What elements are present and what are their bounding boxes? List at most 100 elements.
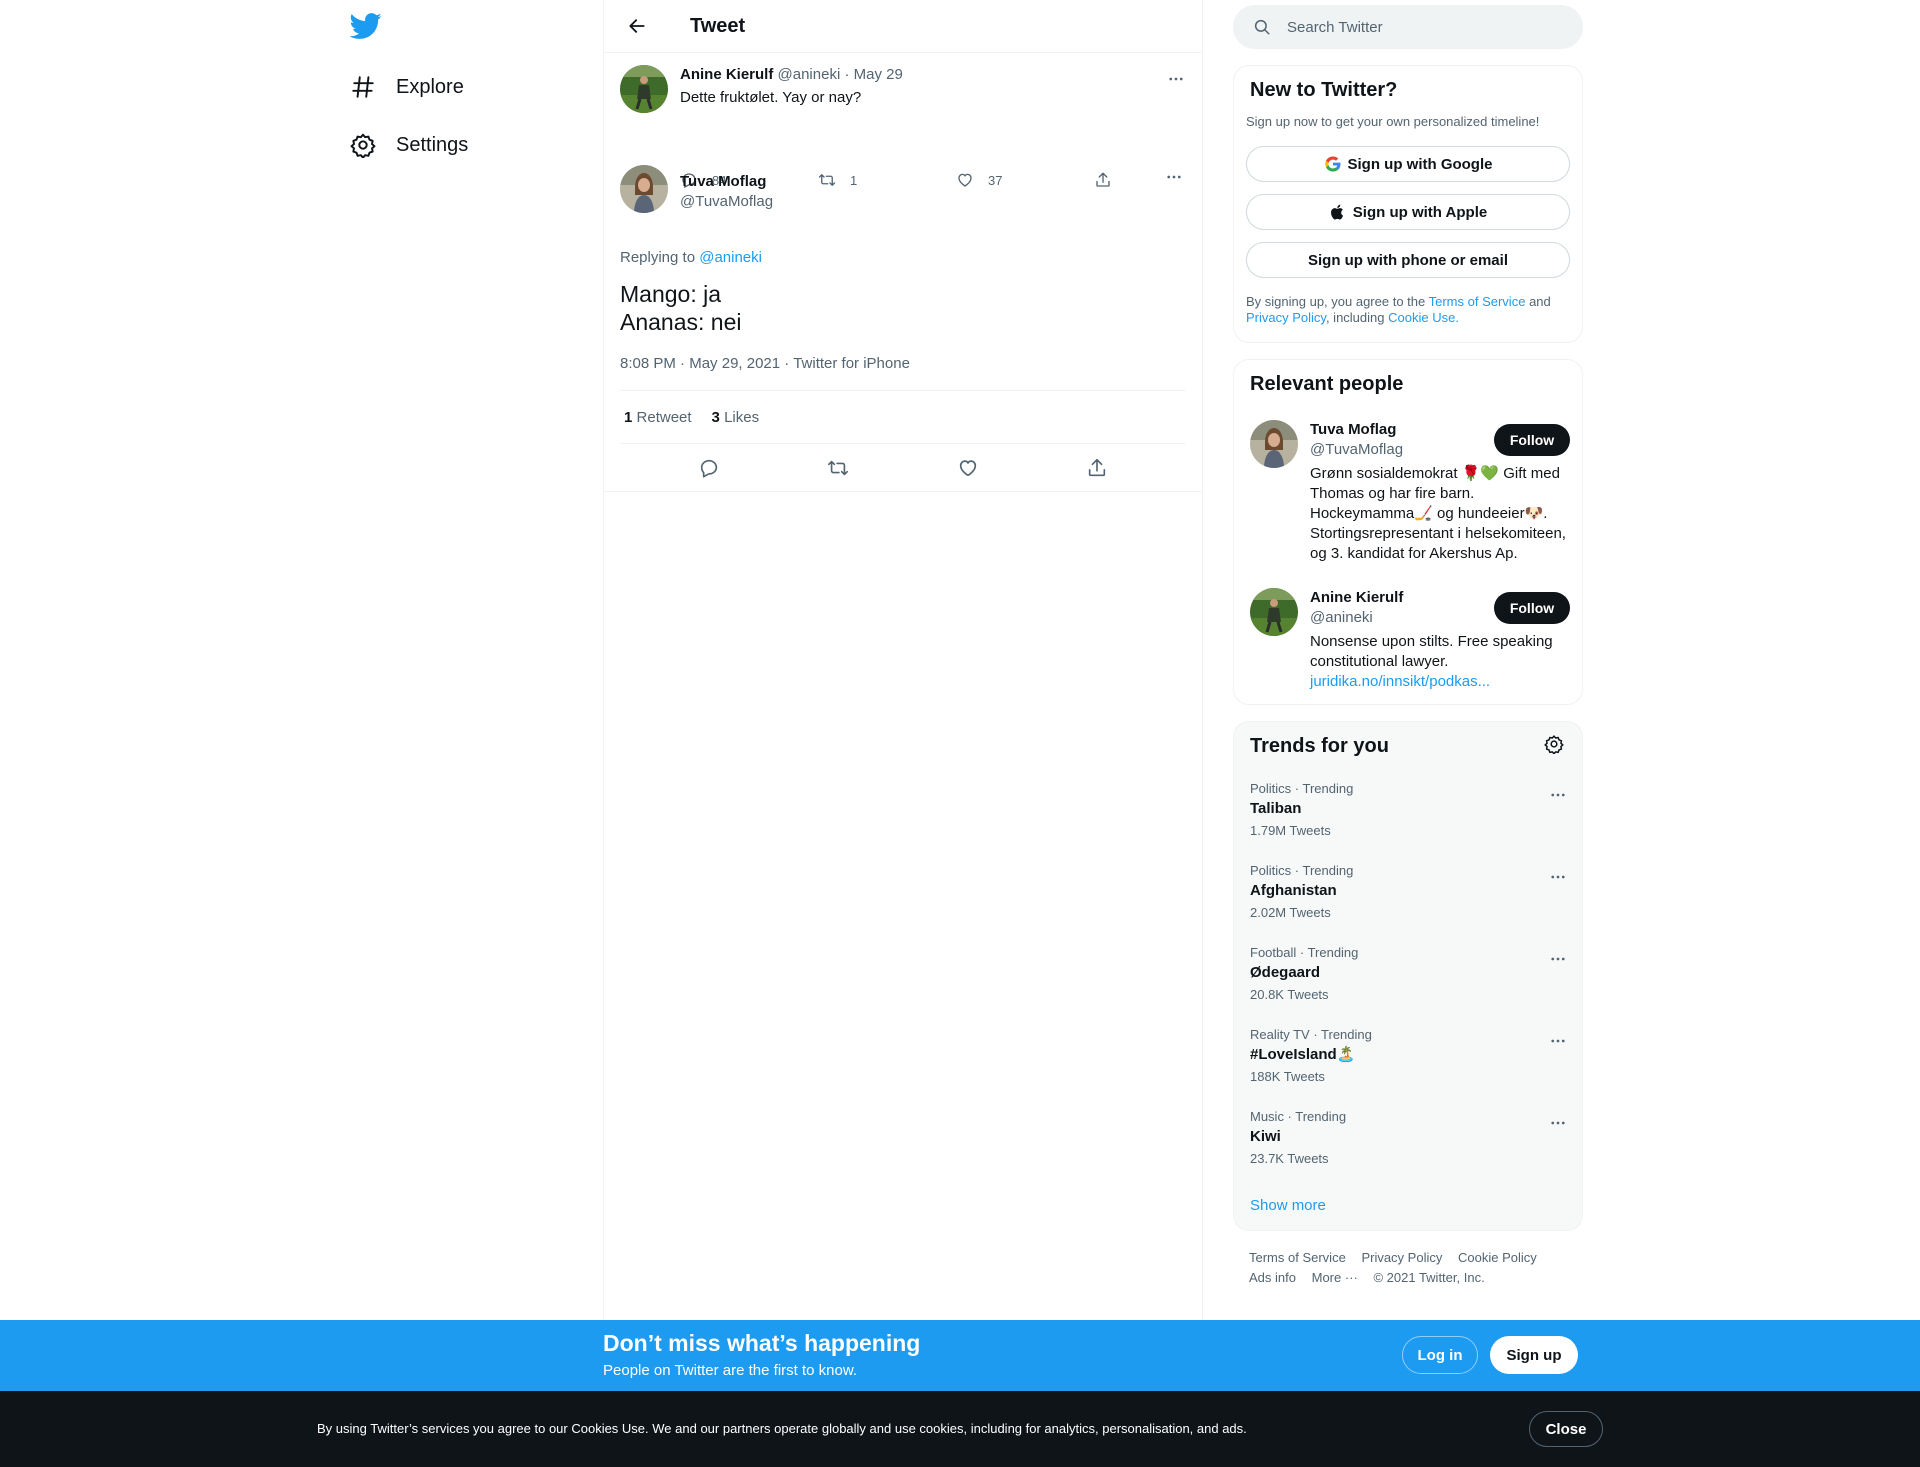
signup-apple-label: Sign up with Apple	[1352, 203, 1488, 221]
trend-name: Kiwi	[1250, 1128, 1281, 1145]
follow-button[interactable]: Follow	[1494, 592, 1570, 624]
trend-item[interactable]: Politics · Trending Afghanistan 2.02M Tw…	[1250, 859, 1570, 941]
trend-item[interactable]: Football · Trending Ødegaard 20.8K Tweet…	[1250, 941, 1570, 1023]
more-dots-icon	[1551, 1039, 1565, 1043]
retweet-icon[interactable]	[827, 457, 849, 479]
footer-more-link[interactable]: More ···	[1312, 1268, 1358, 1288]
person-tuva-moflag[interactable]: Tuva Moflag @TuvaMoflag Follow Grønn sos…	[1250, 420, 1570, 570]
likes-stat[interactable]: 3 Likes	[712, 409, 760, 426]
trend-count: 2.02M Tweets	[1250, 905, 1331, 920]
person-handle[interactable]: @TuvaMoflag	[1310, 440, 1403, 460]
person-name[interactable]: Anine Kierulf	[1310, 588, 1403, 608]
trend-item[interactable]: Politics · Trending Taliban 1.79M Tweets	[1250, 777, 1570, 859]
author-names: Tuva Moflag @TuvaMoflag	[680, 172, 773, 212]
likes-stat-count: 3	[711, 408, 720, 426]
tweet-text-line: Mango: ja	[620, 281, 722, 307]
signup-subtitle: Sign up now to get your own personalized…	[1246, 114, 1540, 129]
trend-more-button[interactable]	[1546, 783, 1570, 807]
likes-stat-label: Likes	[724, 408, 760, 426]
more-dots-icon	[1167, 175, 1181, 179]
focused-tweet-actions	[604, 444, 1202, 492]
tweet-source[interactable]: Twitter for iPhone	[793, 355, 910, 372]
avatar[interactable]	[1250, 588, 1298, 636]
signup-google-label: Sign up with Google	[1347, 155, 1493, 173]
cookie-use-link[interactable]: Cookie Use.	[1388, 310, 1459, 325]
person-bio: Nonsense upon stilts. Free speaking cons…	[1310, 632, 1572, 692]
show-more-link[interactable]: Show more	[1250, 1197, 1326, 1214]
avatar[interactable]	[1250, 420, 1298, 468]
hashtag-icon	[350, 74, 376, 100]
meta-separator: ·	[844, 66, 850, 83]
page-title: Tweet	[690, 14, 746, 37]
trend-context: Football · Trending	[1250, 945, 1359, 960]
author-name[interactable]: Anine Kierulf	[680, 66, 773, 83]
nav-settings-label: Settings	[396, 133, 469, 156]
tweet-time[interactable]: 8:08 PM	[620, 355, 676, 372]
trend-count: 1.79M Tweets	[1250, 823, 1331, 838]
right-sidebar: New to Twitter? Sign up now to get your …	[1233, 0, 1583, 1285]
trend-count: 23.7K Tweets	[1250, 1151, 1329, 1166]
footer-terms-link[interactable]: Terms of Service	[1249, 1248, 1346, 1268]
banner-subtitle: People on Twitter are the first to know.	[603, 1362, 858, 1379]
share-icon[interactable]	[1086, 457, 1108, 479]
trend-more-button[interactable]	[1546, 865, 1570, 889]
twitter-bird-icon[interactable]	[350, 10, 384, 44]
nav-explore-label: Explore	[396, 75, 464, 98]
reply-icon[interactable]	[698, 457, 720, 479]
trend-more-button[interactable]	[1546, 947, 1570, 971]
person-bio-link[interactable]: juridika.no/innsikt/podkas...	[1310, 673, 1490, 690]
tweet-more-button[interactable]	[1162, 165, 1186, 189]
person-bio-text: Nonsense upon stilts. Free speaking cons…	[1310, 633, 1553, 670]
author-handle[interactable]: @TuvaMoflag	[680, 192, 773, 212]
signup-card: New to Twitter? Sign up now to get your …	[1233, 65, 1583, 343]
footer-cookie-link[interactable]: Cookie Policy	[1458, 1248, 1537, 1268]
tweet-text: Dette fruktølet. Yay or nay?	[680, 89, 862, 106]
arrow-left-icon	[629, 19, 645, 33]
retweets-stat[interactable]: 1 Retweet	[624, 409, 692, 426]
author-handle[interactable]: @anineki	[778, 66, 841, 83]
terms-prefix: By signing up, you agree to the	[1246, 294, 1426, 309]
signup-phone-button[interactable]: Sign up with phone or email	[1246, 242, 1570, 278]
avatar[interactable]	[620, 165, 668, 213]
cookie-notice: By using Twitter’s services you agree to…	[317, 1421, 1247, 1436]
trends-card: Trends for you Politics · Trending Talib…	[1233, 721, 1583, 1231]
cookie-close-button[interactable]: Close	[1529, 1411, 1603, 1447]
google-icon	[1324, 156, 1340, 172]
trend-item[interactable]: Reality TV · Trending #LoveIsland🏝️ 188K…	[1250, 1023, 1570, 1105]
back-button[interactable]	[620, 9, 654, 43]
replying-label: Replying to	[620, 249, 696, 266]
trend-name: Taliban	[1250, 800, 1302, 817]
tweet-full-date[interactable]: May 29, 2021	[689, 355, 780, 372]
trend-more-button[interactable]	[1546, 1111, 1570, 1135]
person-handle[interactable]: @anineki	[1310, 608, 1373, 628]
trend-item[interactable]: Music · Trending Kiwi 23.7K Tweets	[1250, 1105, 1570, 1187]
footer-privacy-link[interactable]: Privacy Policy	[1361, 1248, 1442, 1268]
trends-settings-button[interactable]	[1544, 734, 1568, 758]
trend-more-button[interactable]	[1546, 1029, 1570, 1053]
signup-apple-button[interactable]: Sign up with Apple	[1246, 194, 1570, 230]
replying-to-link[interactable]: @anineki	[699, 249, 762, 266]
privacy-policy-link[interactable]: Privacy Policy	[1246, 310, 1326, 325]
person-name[interactable]: Tuva Moflag	[1310, 420, 1396, 440]
nav-settings[interactable]: Settings	[350, 121, 468, 169]
gear-icon	[350, 132, 376, 158]
terms-of-service-link[interactable]: Terms of Service	[1429, 294, 1526, 309]
author-name[interactable]: Tuva Moflag	[680, 172, 773, 192]
trend-name: Afghanistan	[1250, 882, 1337, 899]
signup-button[interactable]: Sign up	[1490, 1336, 1578, 1374]
heart-icon[interactable]	[957, 457, 979, 479]
parent-tweet[interactable]: Anine Kierulf @anineki · May 29 Dette fr…	[604, 53, 1202, 213]
footer-links: Terms of Service Privacy Policy Cookie P…	[1249, 1248, 1579, 1288]
tweet-more-button[interactable]	[1164, 67, 1188, 91]
nav-explore[interactable]: Explore	[350, 63, 464, 111]
footer-ads-link[interactable]: Ads info	[1249, 1268, 1296, 1288]
cookie-bar: By using Twitter’s services you agree to…	[0, 1391, 1920, 1467]
avatar[interactable]	[620, 65, 668, 113]
follow-button[interactable]: Follow	[1494, 424, 1570, 456]
login-button[interactable]: Log in	[1402, 1336, 1478, 1374]
search-bar[interactable]	[1233, 5, 1583, 49]
tweet-date[interactable]: May 29	[854, 66, 903, 83]
search-input[interactable]	[1287, 18, 1547, 36]
person-anine-kierulf[interactable]: Anine Kierulf @anineki Follow Nonsense u…	[1250, 588, 1570, 698]
signup-google-button[interactable]: Sign up with Google	[1246, 146, 1570, 182]
